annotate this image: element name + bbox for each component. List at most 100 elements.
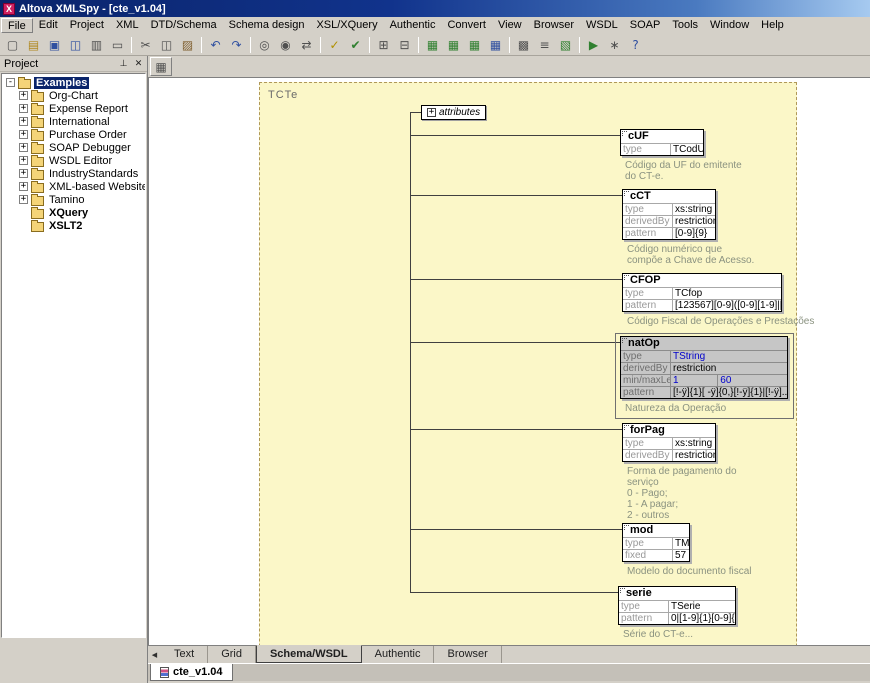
print-preview-icon[interactable]: ▭ <box>107 35 128 55</box>
check-well-formed-icon[interactable]: ✓ <box>324 35 345 55</box>
insert-row-icon[interactable]: ▦ <box>422 35 443 55</box>
tree-item-soap-debugger[interactable]: +SOAP Debugger <box>2 141 145 154</box>
folder-icon <box>31 144 44 154</box>
insert-column-icon[interactable]: ▦ <box>464 35 485 55</box>
attributes-button[interactable]: +attributes <box>421 105 486 120</box>
options-icon[interactable]: ∗ <box>604 35 625 55</box>
tree-item-xslt2[interactable]: XSLT2 <box>2 219 145 232</box>
expand-expander-icon[interactable]: + <box>19 91 28 100</box>
expand-all-icon[interactable]: ⊞ <box>373 35 394 55</box>
paste-icon[interactable]: ▨ <box>177 35 198 55</box>
element-box-natOp[interactable]: natOptypeTStringderivedByrestrictionmin/… <box>620 336 788 399</box>
folder-icon <box>31 131 44 141</box>
tree-item-examples[interactable]: -Examples <box>2 76 145 89</box>
xsl-transform-icon[interactable]: ▶ <box>583 35 604 55</box>
collapse-expander-icon[interactable]: - <box>6 78 15 87</box>
tab-grid[interactable]: Grid <box>208 646 256 663</box>
menu-soap[interactable]: SOAP <box>624 18 667 33</box>
expand-expander-icon[interactable]: + <box>19 130 28 139</box>
menu-dtd-schema[interactable]: DTD/Schema <box>145 18 223 33</box>
file-tab[interactable]: cte_v1.04 <box>150 664 233 681</box>
copy-icon[interactable]: ◫ <box>156 35 177 55</box>
find-icon[interactable]: ◎ <box>254 35 275 55</box>
redo-icon[interactable]: ↷ <box>226 35 247 55</box>
folder-icon <box>18 79 31 89</box>
replace-icon[interactable]: ⇄ <box>296 35 317 55</box>
save-icon[interactable]: ▣ <box>44 35 65 55</box>
element-box-cCT[interactable]: cCTtypexs:stringderivedByrestrictionpatt… <box>622 189 716 240</box>
collapse-all-icon[interactable]: ⊟ <box>394 35 415 55</box>
validate-icon[interactable]: ✔ <box>345 35 366 55</box>
menu-authentic[interactable]: Authentic <box>384 18 442 33</box>
menu-tools[interactable]: Tools <box>666 18 704 33</box>
pin-icon[interactable]: ⊥ <box>117 57 130 70</box>
tab-schema-wsdl[interactable]: Schema/WSDL <box>256 645 362 663</box>
element-box-forPag[interactable]: forPagtypexs:stringderivedByrestriction <box>622 423 716 462</box>
tab-scroll-left-icon[interactable]: ◀ <box>148 646 161 663</box>
tab-text[interactable]: Text <box>161 646 208 663</box>
facet-value: 57 <box>673 550 689 561</box>
facet-row-type: typeTModCT <box>623 537 689 549</box>
plus-icon[interactable]: + <box>427 108 436 117</box>
expand-expander-icon[interactable]: + <box>19 156 28 165</box>
project-tree: -Examples+Org-Chart+Expense Report+Inter… <box>1 73 146 638</box>
tree-item-label: IndustryStandards <box>47 168 140 180</box>
tree-item-xquery[interactable]: XQuery <box>2 206 145 219</box>
tree-item-purchase-order[interactable]: +Purchase Order <box>2 128 145 141</box>
menu-wsdl[interactable]: WSDL <box>580 18 624 33</box>
menu-schema-design[interactable]: Schema design <box>223 18 311 33</box>
menu-project[interactable]: Project <box>64 18 110 33</box>
facet-row-fixed: fixed57 <box>623 549 689 561</box>
grid-view-icon[interactable]: ▩ <box>513 35 534 55</box>
file-tabs-bar: cte_v1.04 <box>148 663 870 681</box>
close-icon[interactable]: ✕ <box>132 57 145 70</box>
table-view-icon[interactable]: ▦ <box>485 35 506 55</box>
tree-item-tamino[interactable]: +Tamino <box>2 193 145 206</box>
menu-help[interactable]: Help <box>755 18 790 33</box>
tree-item-org-chart[interactable]: +Org-Chart <box>2 89 145 102</box>
menu-xsl-xquery[interactable]: XSL/XQuery <box>310 18 383 33</box>
expand-expander-icon[interactable]: + <box>19 182 28 191</box>
element-box-cUF[interactable]: cUFtypeTCodUfIBGE <box>620 129 704 156</box>
print-icon[interactable]: ▥ <box>86 35 107 55</box>
element-box-CFOP[interactable]: CFOPtypeTCfoppattern[123567][0-9]([0-9][… <box>622 273 782 312</box>
element-box-mod[interactable]: modtypeTModCTfixed57 <box>622 523 690 562</box>
expand-expander-icon[interactable]: + <box>19 195 28 204</box>
expand-expander-icon[interactable]: + <box>19 117 28 126</box>
tree-item-industrystandards[interactable]: + IndustryStandards <box>2 167 145 180</box>
tree-item-xml-based-website[interactable]: +XML-based Website <box>2 180 145 193</box>
menu-view[interactable]: View <box>492 18 528 33</box>
tree-item-label: WSDL Editor <box>47 155 114 167</box>
schema-design-view-icon[interactable]: ▧ <box>555 35 576 55</box>
save-all-icon[interactable]: ◫ <box>65 35 86 55</box>
undo-icon[interactable]: ↶ <box>205 35 226 55</box>
menu-file[interactable]: File <box>1 18 33 33</box>
tree-item-expense-report[interactable]: +Expense Report <box>2 102 145 115</box>
expand-expander-icon[interactable]: + <box>19 104 28 113</box>
tree-item-wsdl-editor[interactable]: + WSDL Editor <box>2 154 145 167</box>
connector-line <box>410 342 620 343</box>
display-all-globals-icon[interactable]: ▦ <box>150 57 172 76</box>
menu-xml[interactable]: XML <box>110 18 145 33</box>
expand-expander-icon[interactable]: + <box>19 143 28 152</box>
connector-trunk-line <box>410 112 411 593</box>
new-file-icon[interactable]: ▢ <box>2 35 23 55</box>
cut-icon[interactable]: ✂ <box>135 35 156 55</box>
toolbar-separator <box>369 37 370 53</box>
find-next-icon[interactable]: ◉ <box>275 35 296 55</box>
text-view-icon[interactable]: ≡ <box>534 35 555 55</box>
menu-window[interactable]: Window <box>704 18 755 33</box>
append-row-icon[interactable]: ▦ <box>443 35 464 55</box>
open-file-icon[interactable]: ▤ <box>23 35 44 55</box>
tab-browser[interactable]: Browser <box>434 646 501 663</box>
expand-expander-icon[interactable]: + <box>19 169 28 178</box>
menu-convert[interactable]: Convert <box>441 18 492 33</box>
menu-edit[interactable]: Edit <box>33 18 64 33</box>
element-name: mod <box>623 524 689 537</box>
element-box-serie[interactable]: serietypeTSeriepattern0|[1-9]{1}[0-9]{0,… <box>618 586 736 625</box>
tree-item-international[interactable]: +International <box>2 115 145 128</box>
help-icon[interactable]: ? <box>625 35 646 55</box>
toolbar-separator <box>250 37 251 53</box>
menu-browser[interactable]: Browser <box>528 18 580 33</box>
tab-authentic[interactable]: Authentic <box>362 646 435 663</box>
